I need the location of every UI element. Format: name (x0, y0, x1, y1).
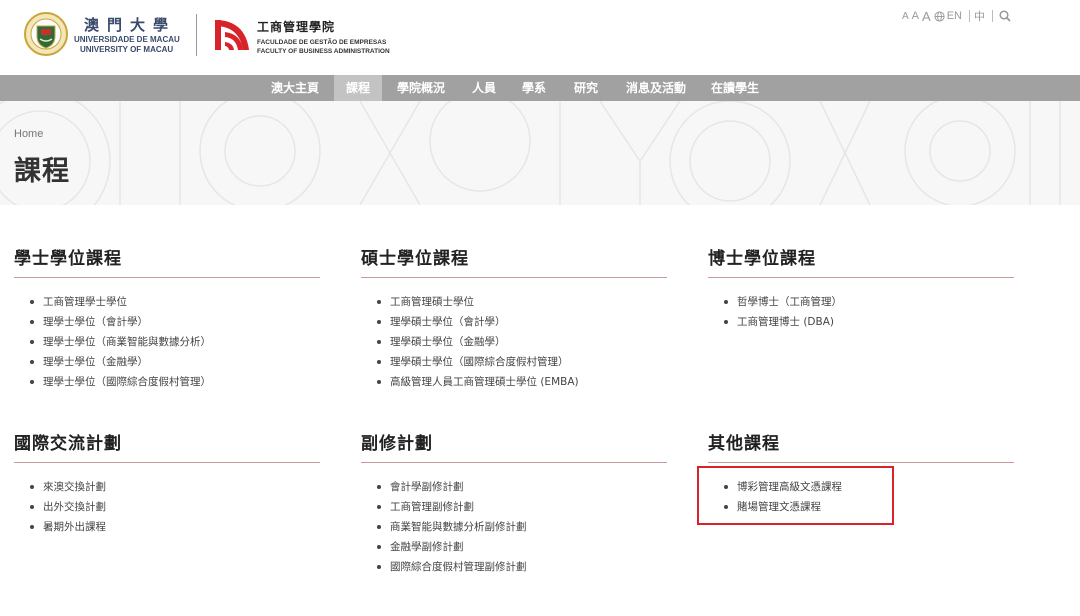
font-size-large-button[interactable]: A (922, 9, 931, 24)
programme-link[interactable]: 理學碩士學位（金融學） (377, 332, 667, 352)
nav-news-events[interactable]: 消息及活動 (614, 75, 698, 101)
programme-link[interactable]: 金融學副修計劃 (377, 537, 667, 557)
logo-divider (196, 14, 197, 56)
section-exchange: 國際交流計劃 來澳交換計劃 出外交換計劃 暑期外出課程 (14, 429, 320, 537)
um-chinese-name: 澳門大學 (84, 15, 177, 34)
faculty-portuguese-name: FACULDADE DE GESTÃO DE EMPRESAS (257, 39, 387, 46)
programme-link[interactable]: 來澳交換計劃 (30, 477, 320, 497)
section-master: 碩士學位課程 工商管理碩士學位 理學碩士學位（會計學） 理學碩士學位（金融學） … (361, 244, 667, 392)
nav-departments[interactable]: 學系 (510, 75, 558, 101)
faculty-logo[interactable]: 工商管理學院 FACULDADE DE GESTÃO DE EMPRESAS F… (213, 18, 390, 56)
programme-link[interactable]: 商業智能與數據分析副修計劃 (377, 517, 667, 537)
nav-um-home[interactable]: 澳大主頁 (259, 75, 331, 101)
programme-link[interactable]: 理學碩士學位（國際綜合度假村管理） (377, 352, 667, 372)
section-minor: 副修計劃 會計學副修計劃 工商管理副修計劃 商業智能與數據分析副修計劃 金融學副… (361, 429, 667, 577)
nav-programmes[interactable]: 課程 (334, 75, 383, 101)
programme-link[interactable]: 哲學博士（工商管理） (724, 292, 1014, 312)
section-doctoral: 博士學位課程 哲學博士（工商管理） 工商管理博士 (DBA) (708, 244, 1014, 332)
programme-link[interactable]: 國際綜合度假村管理副修計劃 (377, 557, 667, 577)
um-portuguese-name: UNIVERSIDADE DE MACAU (74, 34, 180, 44)
breadcrumb-home[interactable]: Home (14, 128, 43, 140)
faculty-english-name: FACULTY OF BUSINESS ADMINISTRATION (257, 48, 390, 55)
section-title: 國際交流計劃 (14, 429, 320, 463)
programme-link[interactable]: 工商管理副修計劃 (377, 497, 667, 517)
language-en-button[interactable]: EN (947, 10, 962, 22)
nav-about-faculty[interactable]: 學院概況 (385, 75, 457, 101)
programme-link[interactable]: 暑期外出課程 (30, 517, 320, 537)
faculty-chinese-name: 工商管理學院 (257, 20, 336, 34)
nav-people[interactable]: 人員 (460, 75, 508, 101)
programme-link[interactable]: 出外交換計劃 (30, 497, 320, 517)
programme-link[interactable]: 理學士學位（國際綜合度假村管理） (30, 372, 320, 392)
um-english-name: UNIVERSITY OF MACAU (80, 44, 174, 54)
page-title: 課程 (14, 156, 70, 187)
programme-link[interactable]: 理學士學位（金融學） (30, 352, 320, 372)
nav-research[interactable]: 研究 (562, 75, 610, 101)
search-icon[interactable] (999, 10, 1011, 22)
programme-link[interactable]: 工商管理博士 (DBA) (724, 312, 1014, 332)
header-tools: A A A EN 中 (902, 8, 1011, 24)
section-title: 副修計劃 (361, 429, 667, 463)
section-title: 碩士學位課程 (361, 244, 667, 278)
fba-logo-icon (215, 20, 249, 50)
site-header: 澳門大學 UNIVERSIDADE DE MACAU UNIVERSITY OF… (0, 0, 1080, 75)
font-size-small-button[interactable]: A (902, 11, 909, 22)
section-title: 其他課程 (708, 429, 1014, 463)
banner-pattern (0, 101, 1061, 205)
section-title: 學士學位課程 (14, 244, 320, 278)
nav-current-students[interactable]: 在讀學生 (699, 75, 771, 101)
tools-separator (991, 10, 993, 22)
globe-icon (934, 10, 945, 22)
language-zh-button[interactable]: 中 (974, 8, 985, 24)
programme-link[interactable]: 工商管理學士學位 (30, 292, 320, 312)
university-of-macau-logo[interactable]: 澳門大學 UNIVERSIDADE DE MACAU UNIVERSITY OF… (24, 12, 180, 56)
page-banner: Home 課程 (0, 101, 1080, 205)
font-size-medium-button[interactable]: A (912, 10, 919, 22)
section-bachelor: 學士學位課程 工商管理學士學位 理學士學位（會計學） 理學士學位（商業智能與數據… (14, 244, 320, 392)
tools-separator (968, 10, 970, 22)
programme-link[interactable]: 理學士學位（會計學） (30, 312, 320, 332)
highlight-annotation-box (697, 466, 894, 525)
main-navigation: 澳大主頁 課程 學院概況 人員 學系 研究 消息及活動 在讀學生 (0, 75, 1080, 101)
programme-link[interactable]: 理學士學位（商業智能與數據分析） (30, 332, 320, 352)
programme-link[interactable]: 會計學副修計劃 (377, 477, 667, 497)
programme-link[interactable]: 工商管理碩士學位 (377, 292, 667, 312)
programme-link[interactable]: 理學碩士學位（會計學） (377, 312, 667, 332)
programme-link[interactable]: 高級管理人員工商管理碩士學位 (EMBA) (377, 372, 667, 392)
um-seal-icon (24, 12, 68, 56)
section-title: 博士學位課程 (708, 244, 1014, 278)
